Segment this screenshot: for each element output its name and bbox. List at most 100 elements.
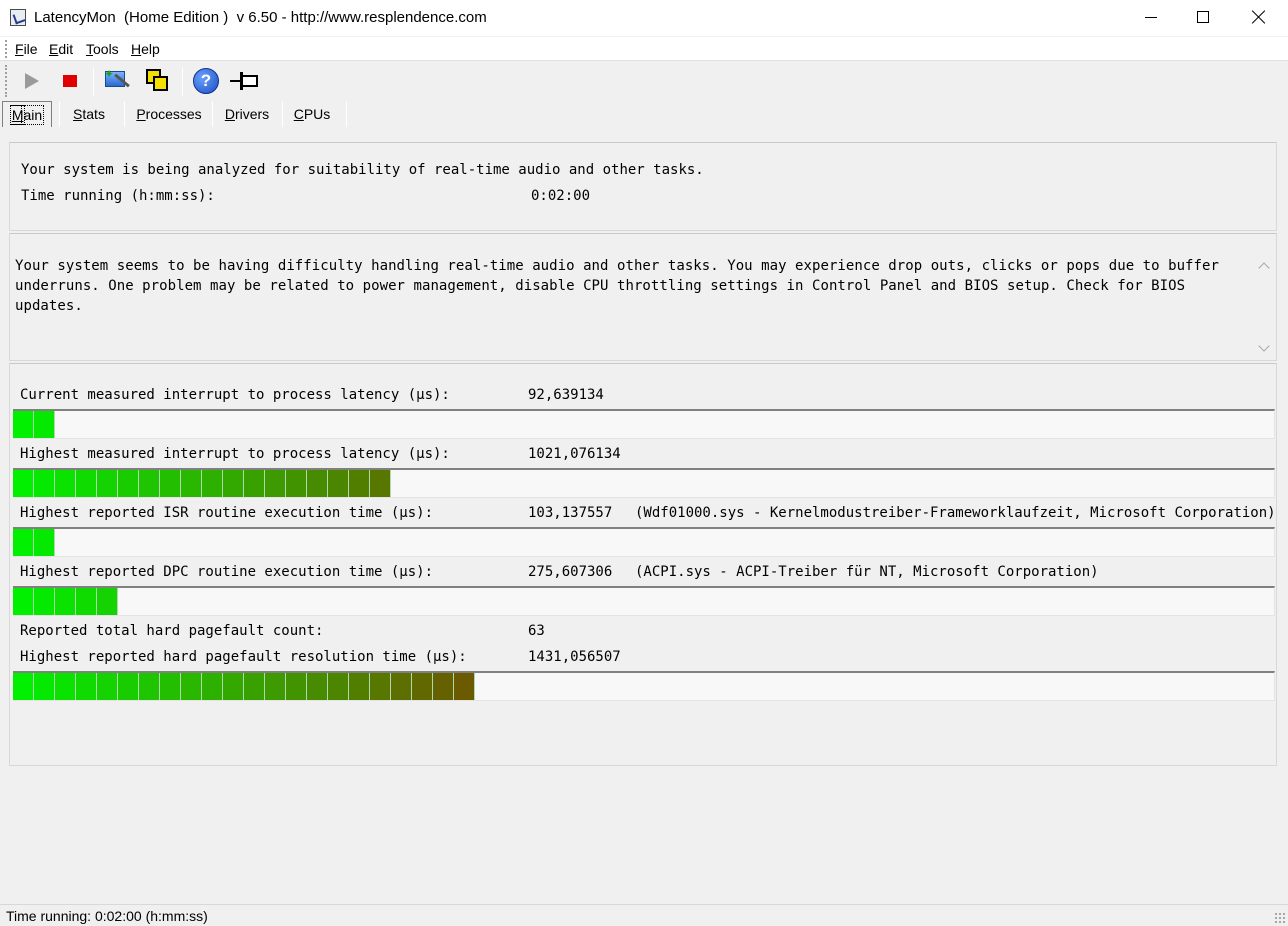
pin-button[interactable] [230, 66, 260, 96]
menu-file-mnemonic: F [15, 41, 24, 57]
bar-segment [265, 470, 286, 497]
wizard-button[interactable]: ✦ [102, 66, 132, 96]
bar-segment [349, 470, 370, 497]
isr-time-value: 103,137557 [528, 505, 613, 521]
bar-segment [328, 673, 349, 700]
latencymon-app-icon [10, 9, 26, 26]
bar-segment [370, 673, 391, 700]
menu-file-label: ile [23, 41, 38, 57]
menu-edit-label: dit [58, 41, 74, 57]
resize-grip-icon[interactable] [1274, 912, 1286, 924]
bar-segment [34, 411, 55, 438]
windows-button[interactable] [143, 66, 173, 96]
bar-segment [76, 470, 97, 497]
bar-segment [202, 673, 223, 700]
menu-help-label: elp [141, 41, 160, 57]
pagefault-time-label: Highest reported hard pagefault resoluti… [20, 649, 467, 665]
help-button[interactable]: ? [191, 66, 221, 96]
tab-main[interactable]: Main [2, 101, 52, 127]
dpc-time-bar [13, 586, 1275, 616]
bar-segment [118, 470, 139, 497]
bar-segment [391, 673, 412, 700]
dpc-driver-note: (ACPI.sys - ACPI-Treiber für NT, Microso… [635, 564, 1099, 580]
tab-stats-label: tats [82, 106, 105, 122]
start-button[interactable] [17, 66, 47, 96]
isr-time-bar-fill [13, 529, 55, 556]
menu-file[interactable]: File [15, 41, 38, 57]
close-button[interactable] [1236, 0, 1282, 34]
bar-segment [160, 673, 181, 700]
bar-segment [55, 673, 76, 700]
isr-time-label: Highest reported ISR routine execution t… [20, 505, 434, 521]
analysis-status-text: Your system is being analyzed for suitab… [21, 162, 704, 178]
isr-time-bar [13, 527, 1275, 557]
help-icon: ? [193, 68, 219, 94]
menu-help[interactable]: Help [131, 41, 160, 57]
current-latency-value: 92,639134 [528, 387, 604, 403]
tab-processes[interactable]: Processes [128, 101, 210, 127]
bar-segment [181, 673, 202, 700]
status-bar-text: Time running: 0:02:00 (h:mm:ss) [6, 908, 208, 924]
bar-segment [34, 529, 55, 556]
tab-cpus[interactable]: CPUs [285, 101, 339, 127]
bar-segment [34, 470, 55, 497]
bar-segment [286, 470, 307, 497]
bar-segment [307, 470, 328, 497]
bar-segment [160, 470, 181, 497]
chevron-up-icon[interactable] [1258, 262, 1270, 274]
dpc-time-bar-fill [13, 588, 118, 615]
menu-tools[interactable]: Tools [86, 41, 119, 57]
highest-latency-value: 1021,076134 [528, 446, 621, 462]
pagefault-count-label: Reported total hard pagefault count: [20, 623, 324, 639]
maximize-button[interactable] [1180, 0, 1226, 34]
minimize-button[interactable] [1128, 0, 1174, 34]
tab-cpus-label: PUs [303, 106, 331, 122]
menu-tools-mnemonic: T [86, 41, 93, 57]
chevron-down-icon[interactable] [1258, 340, 1270, 352]
tab-main-mnemonic: M [9, 105, 26, 125]
bar-segment [34, 588, 55, 615]
tab-drivers-label: rivers [234, 106, 270, 122]
tab-stats-mnemonic: S [73, 106, 83, 122]
verdict-panel[interactable]: Your system seems to be having difficult… [9, 233, 1277, 361]
title-bar: LatencyMon (Home Edition ) v 6.50 - http… [0, 0, 1288, 36]
bar-segment [97, 673, 118, 700]
bar-segment [13, 588, 34, 615]
bar-segment [76, 673, 97, 700]
tab-separator [346, 101, 347, 127]
toolbar-separator [182, 68, 183, 96]
menu-edit-mnemonic: E [49, 41, 59, 57]
bar-segment [13, 411, 34, 438]
menu-bar: File Edit Tools Help [0, 37, 1288, 61]
bar-segment [181, 470, 202, 497]
current-latency-label: Current measured interrupt to process la… [20, 387, 450, 403]
bar-segment [139, 470, 160, 497]
verdict-scrollbar[interactable] [1256, 234, 1276, 360]
bar-segment [118, 673, 139, 700]
pagefault-count-value: 63 [528, 623, 545, 639]
current-latency-bar [13, 409, 1275, 439]
bar-segment [223, 673, 244, 700]
bar-segment [328, 470, 349, 497]
toolbar-grip[interactable] [5, 65, 7, 97]
menu-edit[interactable]: Edit [49, 41, 73, 57]
bar-segment [223, 470, 244, 497]
verdict-text: Your system seems to be having difficult… [15, 258, 1219, 314]
highest-latency-bar [13, 468, 1275, 498]
dpc-time-label: Highest reported DPC routine execution t… [20, 564, 434, 580]
windows-icon [145, 68, 171, 94]
tab-drivers-mnemonic: D [224, 106, 235, 122]
toolbar: ✦ ? [0, 62, 1288, 100]
tab-cpus-mnemonic: C [293, 106, 304, 122]
stop-button[interactable] [55, 66, 85, 96]
tab-stats[interactable]: Stats [62, 101, 116, 127]
tab-main-label: ain [21, 105, 45, 125]
menu-tools-label: ools [93, 41, 119, 57]
status-bar: Time running: 0:02:00 (h:mm:ss) [0, 904, 1288, 926]
tab-drivers[interactable]: Drivers [216, 101, 278, 127]
highest-latency-bar-fill [13, 470, 391, 497]
pagefault-time-bar-fill [13, 673, 475, 700]
bar-segment [55, 470, 76, 497]
menu-grip[interactable] [5, 40, 7, 58]
maximize-icon [1197, 11, 1209, 23]
